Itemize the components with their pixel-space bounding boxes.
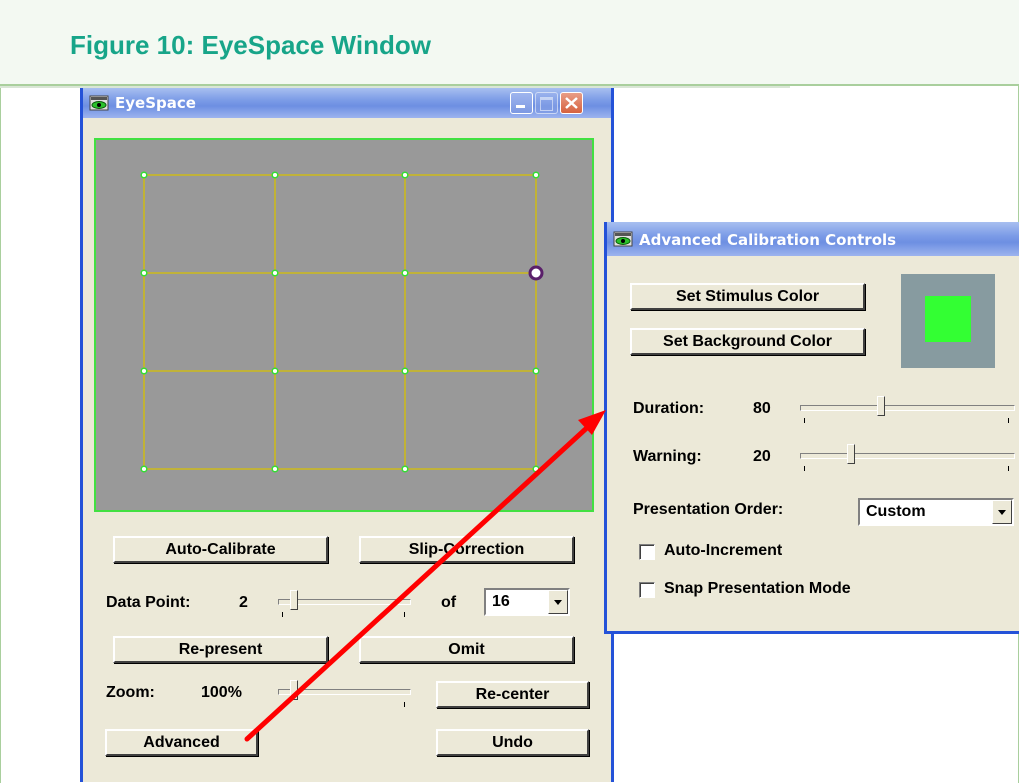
eyespace-title: EyeSpace: [115, 94, 196, 112]
duration-label: Duration:: [633, 400, 705, 417]
stimulus-color-swatch: [925, 296, 971, 342]
color-preview: [901, 274, 995, 368]
advanced-title: Advanced Calibration Controls: [639, 231, 897, 249]
omit-button[interactable]: Omit: [359, 636, 574, 663]
slider-tick: [804, 418, 805, 423]
slider-tick: [404, 702, 405, 707]
undo-button[interactable]: Undo: [436, 729, 589, 756]
calibration-point[interactable]: [140, 171, 148, 179]
calibration-display[interactable]: [94, 138, 594, 512]
eye-app-icon: [89, 95, 109, 111]
zoom-value: 100%: [201, 684, 242, 701]
slider-tick: [404, 612, 405, 617]
slip-correction-button[interactable]: Slip-Correction: [359, 536, 574, 563]
slider-thumb[interactable]: [877, 396, 885, 416]
calibration-point[interactable]: [140, 367, 148, 375]
slider-tick: [804, 466, 805, 471]
select-value: 16: [492, 593, 510, 610]
calibration-point[interactable]: [532, 367, 540, 375]
chevron-down-icon[interactable]: [992, 500, 1012, 524]
calibration-point[interactable]: [271, 465, 279, 473]
presentation-order-select[interactable]: Custom: [858, 498, 1014, 526]
calibration-point[interactable]: [271, 171, 279, 179]
close-icon: [565, 97, 578, 109]
auto-increment-label: Auto-Increment: [664, 542, 783, 559]
calibration-point[interactable]: [140, 465, 148, 473]
select-value: Custom: [866, 503, 926, 520]
zoom-label: Zoom:: [106, 684, 155, 701]
warning-slider[interactable]: [800, 442, 1015, 472]
data-point-total-select[interactable]: 16: [484, 588, 570, 616]
figure-header: Figure 10: EyeSpace Window: [0, 0, 1019, 86]
slider-thumb[interactable]: [847, 444, 855, 464]
slider-track: [800, 453, 1015, 459]
checkbox-box[interactable]: [639, 582, 655, 598]
calibration-point[interactable]: [401, 465, 409, 473]
eyespace-titlebar[interactable]: EyeSpace: [83, 88, 611, 118]
data-point-value: 2: [239, 594, 248, 611]
slider-tick: [282, 612, 283, 617]
maximize-button[interactable]: [535, 92, 558, 114]
slider-thumb[interactable]: [290, 680, 298, 700]
zoom-slider[interactable]: [278, 678, 411, 708]
minimize-button[interactable]: [510, 92, 533, 114]
auto-calibrate-button[interactable]: Auto-Calibrate: [113, 536, 328, 563]
set-background-color-button[interactable]: Set Background Color: [630, 328, 865, 355]
advanced-titlebar[interactable]: Advanced Calibration Controls: [607, 222, 1019, 256]
calibration-point[interactable]: [140, 269, 148, 277]
warning-value: 20: [753, 448, 771, 465]
auto-increment-checkbox[interactable]: Auto-Increment: [639, 540, 859, 562]
snap-mode-label: Snap Presentation Mode: [664, 580, 851, 597]
calibration-point[interactable]: [401, 269, 409, 277]
calibration-point[interactable]: [271, 367, 279, 375]
duration-value: 80: [753, 400, 771, 417]
current-point-marker: [528, 265, 544, 281]
slider-tick: [1008, 418, 1009, 423]
eye-app-icon: [613, 231, 633, 247]
close-button[interactable]: [560, 92, 583, 114]
calibration-point[interactable]: [401, 367, 409, 375]
slider-tick: [1008, 466, 1009, 471]
slider-thumb[interactable]: [290, 590, 298, 610]
advanced-button[interactable]: Advanced: [105, 729, 258, 756]
calibration-point[interactable]: [532, 465, 540, 473]
re-present-button[interactable]: Re-present: [113, 636, 328, 663]
calibration-point[interactable]: [271, 269, 279, 277]
minimize-icon: [516, 105, 525, 108]
calibration-point[interactable]: [532, 171, 540, 179]
data-point-slider[interactable]: [278, 588, 411, 618]
presentation-order-label: Presentation Order:: [633, 501, 784, 518]
chevron-down-icon[interactable]: [548, 590, 568, 614]
advanced-calibration-window: Advanced Calibration Controls Set Stimul…: [604, 222, 1019, 634]
eyespace-window: EyeSpace Auto-Calibrate Slip-Correction …: [80, 88, 614, 782]
warning-label: Warning:: [633, 448, 702, 465]
data-point-of-label: of: [441, 594, 457, 611]
calibration-point[interactable]: [401, 171, 409, 179]
duration-slider[interactable]: [800, 394, 1015, 424]
figure-title: Figure 10: EyeSpace Window: [70, 30, 431, 60]
checkbox-box[interactable]: [639, 544, 655, 560]
maximize-icon: [540, 97, 553, 111]
re-center-button[interactable]: Re-center: [436, 681, 589, 708]
slider-track: [800, 405, 1015, 411]
set-stimulus-color-button[interactable]: Set Stimulus Color: [630, 283, 865, 310]
snap-mode-checkbox[interactable]: Snap Presentation Mode: [639, 578, 939, 600]
data-point-label: Data Point:: [106, 594, 191, 611]
